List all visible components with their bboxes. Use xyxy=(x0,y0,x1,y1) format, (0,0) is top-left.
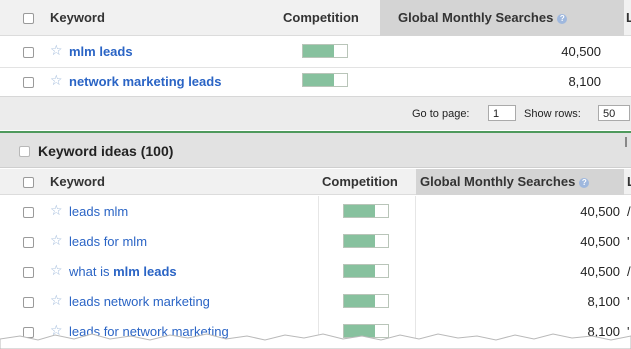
global-searches-value: 8,100 xyxy=(587,294,620,309)
torn-edge xyxy=(0,333,631,349)
keyword-link[interactable]: what is mlm leads xyxy=(69,264,177,279)
row-checkbox[interactable] xyxy=(23,47,34,58)
star-icon[interactable]: ☆ xyxy=(50,293,63,307)
keyword-tool: Keyword Competition Global Monthly Searc… xyxy=(0,0,631,349)
global-searches-value: 40,500 xyxy=(561,44,601,59)
row-checkbox[interactable] xyxy=(23,207,34,218)
table-row: ☆ what is mlm leads 40,500 / xyxy=(0,257,631,287)
help-icon[interactable]: ? xyxy=(557,13,568,24)
competition-bar xyxy=(302,44,348,58)
global-searches-value: 40,500 xyxy=(580,204,620,219)
keyword-link[interactable]: leads network marketing xyxy=(69,294,210,309)
star-icon[interactable]: ☆ xyxy=(50,203,63,217)
pager-bar: Go to page: 1 Show rows: 50 xyxy=(0,96,631,130)
truncated-column-header: L xyxy=(626,10,631,25)
global-searches-column-header[interactable]: Global Monthly Searches? xyxy=(420,174,590,189)
table-row: ☆ leads mlm 40,500 / xyxy=(0,197,631,227)
help-icon[interactable]: ? xyxy=(579,177,590,188)
table1-header: Keyword Competition Global Monthly Searc… xyxy=(0,0,631,36)
table-row: ☆ leads for mlm 40,500 ' xyxy=(0,227,631,257)
select-all-checkbox[interactable] xyxy=(23,177,34,188)
keyword-link[interactable]: leads for mlm xyxy=(69,234,147,249)
truncated-cell: / xyxy=(627,264,631,279)
star-icon[interactable]: ☆ xyxy=(50,233,63,247)
truncated-cell: ' xyxy=(627,294,630,309)
page-number-input[interactable]: 1 xyxy=(488,105,516,121)
global-searches-value: 40,500 xyxy=(580,234,620,249)
competition-bar-fill xyxy=(303,45,334,57)
rows-per-page-select[interactable]: 50 xyxy=(598,105,630,121)
keyword-ideas-title-bar: Keyword ideas (100) xyxy=(0,133,631,168)
competition-column-header[interactable]: Competition xyxy=(283,10,359,25)
competition-bar xyxy=(343,294,389,308)
row-checkbox[interactable] xyxy=(23,297,34,308)
global-searches-label: Global Monthly Searches xyxy=(420,174,576,189)
scroll-handle-icon[interactable] xyxy=(625,137,631,147)
collapse-toggle-icon[interactable] xyxy=(19,146,30,157)
keyword-ideas-title: Keyword ideas (100) xyxy=(38,143,174,159)
keyword-link[interactable]: mlm leads xyxy=(69,44,133,59)
global-searches-column-header[interactable]: Global Monthly Searches? xyxy=(398,10,568,25)
competition-bar xyxy=(343,234,389,248)
competition-column-header[interactable]: Competition xyxy=(322,174,398,189)
star-icon[interactable]: ☆ xyxy=(50,43,63,57)
keyword-link[interactable]: network marketing leads xyxy=(69,74,221,89)
competition-bar-fill xyxy=(344,235,375,247)
competition-bar-fill xyxy=(303,74,334,86)
competition-bar-fill xyxy=(344,295,375,307)
ideas-header: Keyword Competition Global Monthly Searc… xyxy=(0,169,631,195)
truncated-column-header: L xyxy=(627,174,631,189)
row-checkbox[interactable] xyxy=(23,267,34,278)
star-icon[interactable]: ☆ xyxy=(50,73,63,87)
row-checkbox[interactable] xyxy=(23,237,34,248)
truncated-cell: / xyxy=(627,204,631,219)
truncated-cell: ' xyxy=(627,234,630,249)
keyword-link[interactable]: leads mlm xyxy=(69,204,128,219)
competition-bar xyxy=(343,264,389,278)
competition-bar xyxy=(302,73,348,87)
global-searches-value: 8,100 xyxy=(568,74,601,89)
keyword-column-header[interactable]: Keyword xyxy=(50,174,105,189)
table-row: ☆ mlm leads 40,500 xyxy=(0,37,631,67)
table-row: ☆ network marketing leads 8,100 xyxy=(0,68,631,96)
star-icon[interactable]: ☆ xyxy=(50,263,63,277)
table-row: ☆ leads network marketing 8,100 ' xyxy=(0,287,631,317)
global-searches-value: 40,500 xyxy=(580,264,620,279)
competition-bar xyxy=(343,204,389,218)
global-searches-label: Global Monthly Searches xyxy=(398,10,554,25)
select-all-checkbox[interactable] xyxy=(23,13,34,24)
show-rows-label: Show rows: xyxy=(524,108,581,120)
competition-bar-fill xyxy=(344,205,375,217)
row-checkbox[interactable] xyxy=(23,77,34,88)
keyword-column-header[interactable]: Keyword xyxy=(50,10,105,25)
goto-page-label: Go to page: xyxy=(412,108,470,120)
competition-bar-fill xyxy=(344,265,375,277)
